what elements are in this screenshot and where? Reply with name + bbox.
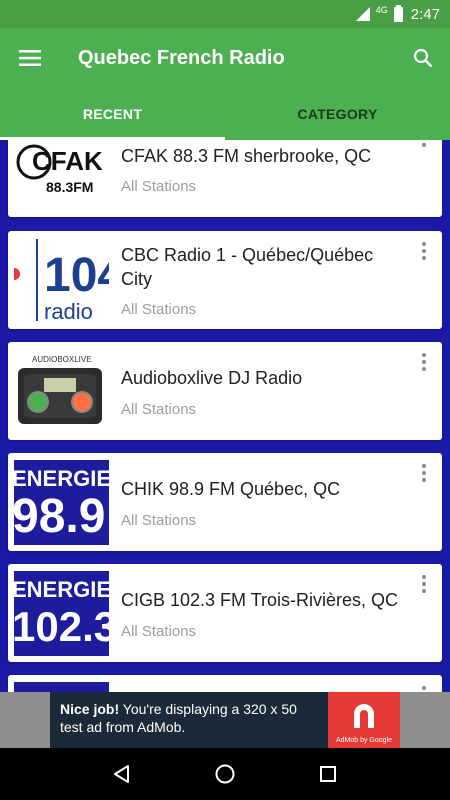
svg-text:88.3FM: 88.3FM xyxy=(46,179,93,195)
tab-bar: RECENT CATEGORY xyxy=(0,88,450,140)
svg-text:98.9: 98.9 xyxy=(14,490,105,543)
station-category: All Stations xyxy=(121,401,197,418)
more-options-icon[interactable] xyxy=(414,572,434,596)
battery-icon xyxy=(393,4,403,22)
svg-text:AUDIOBOXLIVE: AUDIOBOXLIVE xyxy=(32,355,92,364)
signal-icon xyxy=(355,7,370,21)
svg-text:ENERGIE: ENERGIE xyxy=(14,466,109,491)
ad-text: Nice job! You're displaying a 320 x 50 t… xyxy=(60,700,322,736)
search-icon[interactable] xyxy=(396,28,450,88)
app-bar: Quebec French Radio xyxy=(0,28,450,88)
back-icon[interactable] xyxy=(102,754,142,794)
station-card[interactable]: CFAK 88.3FM CFAK 88.3 FM sherbrooke, QC … xyxy=(8,140,442,217)
system-nav-bar xyxy=(0,748,450,800)
station-name: CBC Radio 1 - Québec/Québec City xyxy=(121,245,374,289)
station-card[interactable] xyxy=(8,675,442,692)
station-logo: ENERGIE 102.3 xyxy=(14,571,109,656)
tab-recent[interactable]: RECENT xyxy=(0,88,225,140)
app-title: Quebec French Radio xyxy=(78,46,285,69)
station-card[interactable]: AUDIOBOXLIVE Audioboxlive DJ Radio All S… xyxy=(8,342,442,440)
admob-badge: AdMob by Google xyxy=(335,737,393,744)
station-list[interactable]: CFAK 88.3FM CFAK 88.3 FM sherbrooke, QC … xyxy=(0,140,450,692)
more-options-icon[interactable] xyxy=(414,461,434,485)
hamburger-menu-icon[interactable] xyxy=(0,28,60,88)
station-category: All Stations xyxy=(121,623,197,640)
station-logo: 104 radio xyxy=(14,237,109,323)
svg-text:102.3: 102.3 xyxy=(14,603,109,650)
status-bar: 4G 2:47 xyxy=(0,0,450,28)
recents-icon[interactable] xyxy=(308,754,348,794)
ad-content[interactable]: Nice job! You're displaying a 320 x 50 t… xyxy=(50,692,400,748)
station-category: All Stations xyxy=(121,178,197,195)
station-name: CFAK 88.3 FM sherbrooke, QC xyxy=(121,146,372,166)
station-name: Audioboxlive DJ Radio xyxy=(121,368,303,388)
station-name: CHIK 98.9 FM Québec, QC xyxy=(121,479,341,499)
station-logo: CFAK 88.3FM xyxy=(14,140,109,202)
station-card[interactable]: ENERGIE 98.9 CHIK 98.9 FM Québec, QC All… xyxy=(8,453,442,551)
station-name: CIGB 102.3 FM Trois-Rivières, QC xyxy=(121,590,399,610)
admob-logo[interactable]: AdMob by Google xyxy=(328,692,400,748)
tab-category[interactable]: CATEGORY xyxy=(225,88,450,140)
home-icon[interactable] xyxy=(205,754,245,794)
clock: 2:47 xyxy=(410,5,440,23)
svg-text:ENERGIE: ENERGIE xyxy=(14,577,109,602)
station-category: All Stations xyxy=(121,301,197,318)
network-type: 4G xyxy=(375,5,388,15)
more-options-icon[interactable] xyxy=(414,683,434,692)
svg-text:104: 104 xyxy=(44,249,109,302)
more-options-icon[interactable] xyxy=(414,350,434,374)
station-logo: AUDIOBOXLIVE xyxy=(14,350,109,430)
svg-text:radio: radio xyxy=(44,299,93,323)
more-options-icon[interactable] xyxy=(414,140,434,150)
station-card[interactable]: 104 radio CBC Radio 1 - Québec/Québec Ci… xyxy=(8,231,442,329)
station-card[interactable]: ENERGIE 102.3 CIGB 102.3 FM Trois-Rivièr… xyxy=(8,564,442,662)
ad-banner[interactable]: Nice job! You're displaying a 320 x 50 t… xyxy=(0,692,450,748)
ad-headline: Nice job! xyxy=(60,701,120,717)
station-logo: ENERGIE 98.9 xyxy=(14,460,109,545)
station-logo xyxy=(14,682,109,692)
station-category: All Stations xyxy=(121,512,197,529)
svg-text:CFAK: CFAK xyxy=(32,146,103,176)
more-options-icon[interactable] xyxy=(414,239,434,263)
